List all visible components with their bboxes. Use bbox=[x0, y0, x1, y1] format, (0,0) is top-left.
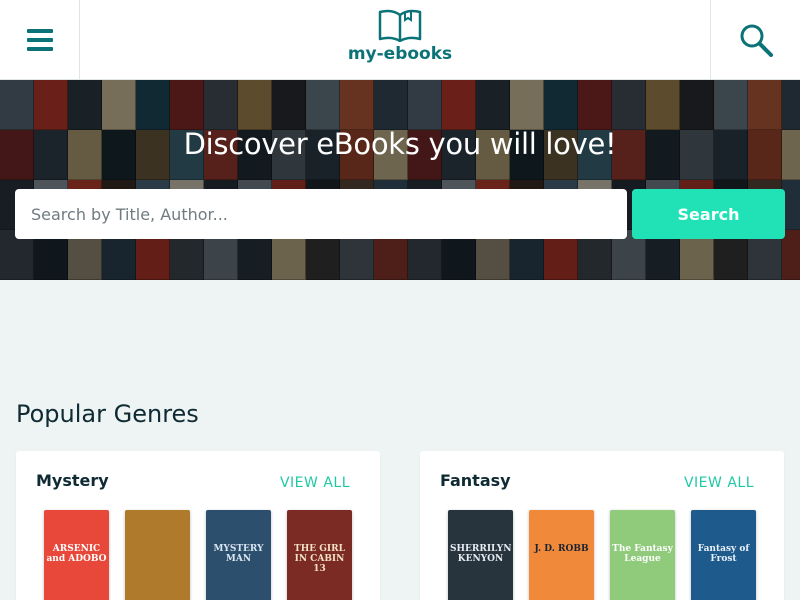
book-cover[interactable]: MYSTERY MAN bbox=[206, 510, 271, 600]
book-list: ARSENIC and ADOBO MYSTERY MAN THE GIRL I… bbox=[44, 510, 352, 600]
hero-banner: Discover eBooks you will love! Search bbox=[0, 80, 800, 280]
book-title: THE GIRL IN CABIN 13 bbox=[294, 544, 345, 574]
search-input[interactable] bbox=[15, 189, 627, 239]
hamburger-menu-icon bbox=[26, 28, 53, 51]
book-title: The Fantasy League bbox=[612, 544, 673, 564]
book-cover[interactable]: The Fantasy League bbox=[610, 510, 675, 600]
book-title: ARSENIC and ADOBO bbox=[46, 544, 107, 564]
genre-name: Mystery bbox=[36, 471, 109, 490]
brand-name: my-ebooks bbox=[347, 44, 453, 64]
book-title: MYSTERY MAN bbox=[213, 544, 264, 564]
book-cover[interactable]: J. D. ROBB bbox=[529, 510, 594, 600]
brand-logo-link[interactable]: my-ebooks bbox=[300, 8, 500, 64]
book-cover[interactable]: Fantasy of Frost bbox=[691, 510, 756, 600]
book-list: SHERRILYN KENYON J. D. ROBB The Fantasy … bbox=[448, 510, 756, 600]
hero-overlay bbox=[0, 80, 800, 280]
section-title-popular-genres: Popular Genres bbox=[16, 400, 199, 428]
book-cover[interactable]: ARSENIC and ADOBO bbox=[44, 510, 109, 600]
top-header: my-ebooks bbox=[0, 0, 800, 80]
genre-card-fantasy: Fantasy VIEW ALL SHERRILYN KENYON J. D. … bbox=[420, 451, 784, 600]
book-title: J. D. ROBB bbox=[534, 544, 589, 554]
genre-name: Fantasy bbox=[440, 471, 511, 490]
hero-title: Discover eBooks you will love! bbox=[183, 127, 617, 161]
view-all-link-fantasy[interactable]: VIEW ALL bbox=[684, 475, 754, 491]
magnifier-icon bbox=[740, 24, 773, 57]
header-search-button[interactable] bbox=[710, 0, 800, 79]
open-book-icon bbox=[378, 9, 422, 42]
menu-button[interactable] bbox=[0, 0, 80, 79]
book-cover[interactable]: THE GIRL IN CABIN 13 bbox=[287, 510, 352, 600]
book-title: SHERRILYN KENYON bbox=[450, 544, 512, 564]
search-button[interactable]: Search bbox=[632, 189, 785, 239]
view-all-link-mystery[interactable]: VIEW ALL bbox=[280, 475, 350, 491]
book-title: Fantasy of Frost bbox=[697, 544, 750, 564]
book-cover[interactable]: SHERRILYN KENYON bbox=[448, 510, 513, 600]
book-cover[interactable] bbox=[125, 510, 190, 600]
genre-card-mystery: Mystery VIEW ALL ARSENIC and ADOBO MYSTE… bbox=[16, 451, 380, 600]
